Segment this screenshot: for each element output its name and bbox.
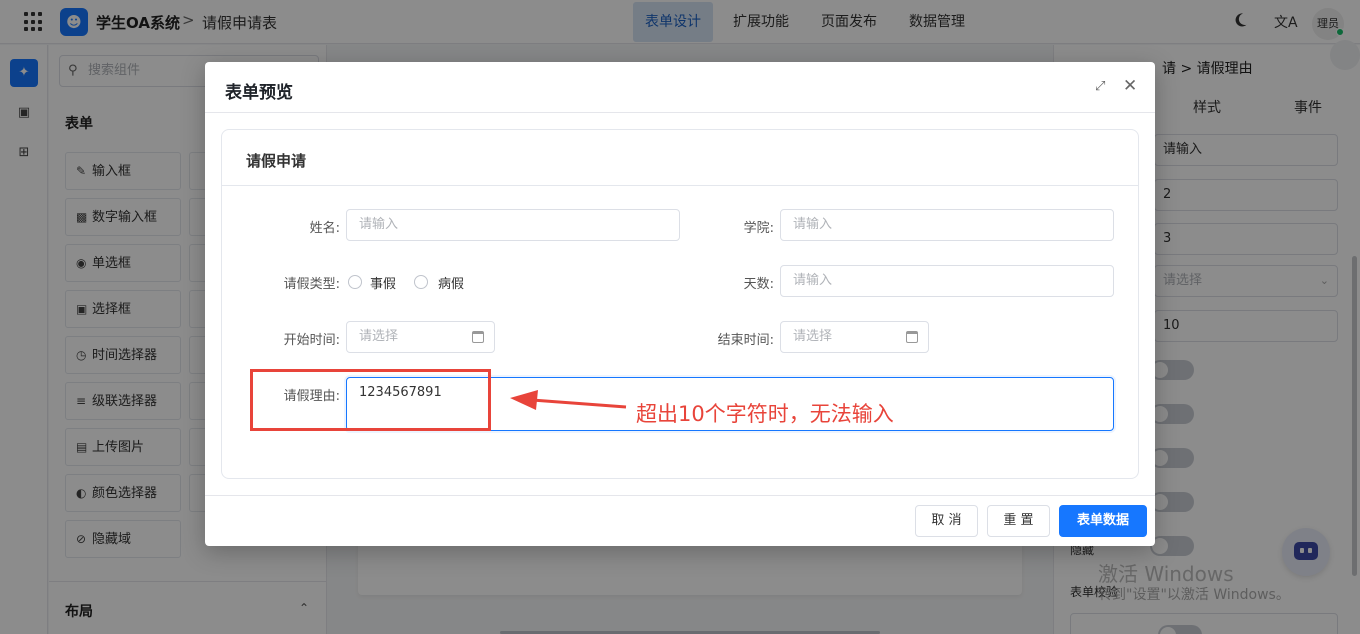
leave-application-card: 请假申请 姓名: 请输入 学院: 请输入 请假类型: 事假 病假 天数: 请输入… [221, 129, 1139, 479]
card-title: 请假申请 [246, 152, 307, 170]
annotation-arrow-icon [510, 390, 627, 410]
start-time-picker[interactable]: 请选择 [346, 321, 495, 353]
college-input[interactable]: 请输入 [780, 209, 1114, 241]
radio-sick-leave[interactable] [414, 275, 428, 289]
dialog-header-divider [205, 112, 1155, 113]
card-divider [222, 185, 1138, 186]
radio-personal-leave[interactable] [348, 275, 362, 289]
calendar-icon [906, 331, 918, 343]
college-label: 学院: [743, 221, 774, 236]
end-time-label: 结束时间: [717, 333, 774, 348]
calendar-icon [472, 331, 484, 343]
radio-sick-leave-label[interactable]: 病假 [438, 273, 464, 292]
leave-type-label: 请假类型: [283, 277, 340, 292]
days-input[interactable]: 请输入 [780, 265, 1114, 297]
close-icon[interactable]: ✕ [1123, 76, 1137, 96]
end-time-picker[interactable]: 请选择 [780, 321, 929, 353]
form-preview-dialog: 表单预览 ⤢ ✕ 请假申请 姓名: 请输入 学院: 请输入 请假类型: 事假 病… [205, 62, 1155, 546]
cancel-button[interactable]: 取 消 [915, 505, 978, 537]
annotation-text: 超出10个字符时，无法输入 [636, 402, 894, 426]
highlight-box [250, 369, 491, 431]
name-label: 姓名: [309, 221, 340, 236]
name-input[interactable]: 请输入 [346, 209, 680, 241]
fullscreen-icon[interactable]: ⤢ [1095, 79, 1105, 94]
dialog-title: 表单预览 [225, 83, 293, 103]
leave-type-radio-group: 事假 病假 [346, 273, 486, 292]
start-time-label: 开始时间: [283, 333, 340, 348]
reset-button[interactable]: 重 置 [987, 505, 1050, 537]
dialog-footer-divider [205, 495, 1155, 496]
radio-personal-leave-label[interactable]: 事假 [370, 273, 396, 292]
submit-form-data-button[interactable]: 表单数据 [1059, 505, 1147, 537]
days-label: 天数: [743, 277, 774, 292]
